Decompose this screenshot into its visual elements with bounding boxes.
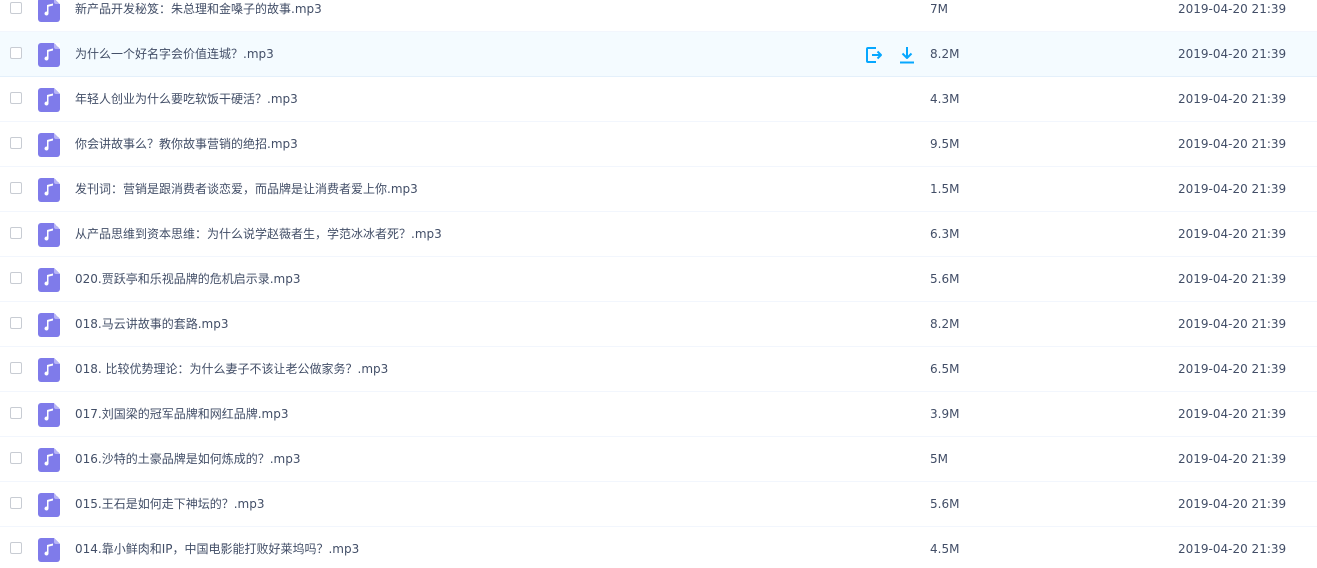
audio-file-icon	[38, 223, 60, 247]
file-row[interactable]: 为什么一个好名字会价值连城？.mp3 8.2M 2019-04-20 21:39	[0, 32, 1317, 77]
file-name[interactable]: 014.靠小鲜肉和IP，中国电影能打败好莱坞吗？.mp3	[75, 527, 359, 568]
row-checkbox[interactable]	[10, 2, 22, 14]
row-checkbox[interactable]	[10, 92, 22, 104]
file-name[interactable]: 020.贾跃亭和乐视品牌的危机启示录.mp3	[75, 257, 300, 301]
row-checkbox[interactable]	[10, 47, 22, 59]
audio-file-icon	[38, 0, 60, 22]
file-size: 5.6M	[930, 272, 960, 286]
row-checkbox[interactable]	[10, 317, 22, 329]
file-modified-date: 2019-04-20 21:39	[1178, 47, 1287, 61]
file-name[interactable]: 你会讲故事么？教你故事营销的绝招.mp3	[75, 122, 298, 166]
file-modified-date: 2019-04-20 21:39	[1178, 452, 1287, 466]
file-modified-date: 2019-04-20 21:39	[1178, 2, 1287, 16]
download-icon[interactable]	[897, 45, 917, 65]
file-list: 新产品开发秘笈：朱总理和金嗓子的故事.mp3 7M 2019-04-20 21:…	[0, 0, 1317, 568]
row-checkbox[interactable]	[10, 497, 22, 509]
row-checkbox[interactable]	[10, 137, 22, 149]
file-row[interactable]: 你会讲故事么？教你故事营销的绝招.mp3 9.5M 2019-04-20 21:…	[0, 122, 1317, 167]
file-row[interactable]: 年轻人创业为什么要吃软饭干硬活？.mp3 4.3M 2019-04-20 21:…	[0, 77, 1317, 122]
file-name[interactable]: 发刊词：营销是跟消费者谈恋爱，而品牌是让消费者爱上你.mp3	[75, 167, 418, 211]
audio-file-icon	[38, 403, 60, 427]
row-checkbox[interactable]	[10, 362, 22, 374]
file-name[interactable]: 新产品开发秘笈：朱总理和金嗓子的故事.mp3	[75, 0, 322, 31]
file-size: 8.2M	[930, 47, 960, 61]
file-modified-date: 2019-04-20 21:39	[1178, 497, 1287, 511]
share-icon[interactable]	[864, 45, 884, 65]
audio-file-icon	[38, 448, 60, 472]
row-checkbox[interactable]	[10, 542, 22, 554]
file-size: 4.5M	[930, 542, 960, 556]
file-row[interactable]: 017.刘国梁的冠军品牌和网红品牌.mp3 3.9M 2019-04-20 21…	[0, 392, 1317, 437]
file-row[interactable]: 016.沙特的土豪品牌是如何炼成的？.mp3 5M 2019-04-20 21:…	[0, 437, 1317, 482]
file-row[interactable]: 新产品开发秘笈：朱总理和金嗓子的故事.mp3 7M 2019-04-20 21:…	[0, 0, 1317, 32]
audio-file-icon	[38, 178, 60, 202]
audio-file-icon	[38, 43, 60, 67]
file-modified-date: 2019-04-20 21:39	[1178, 137, 1287, 151]
file-size: 3.9M	[930, 407, 960, 421]
row-checkbox[interactable]	[10, 272, 22, 284]
file-row[interactable]: 从产品思维到资本思维：为什么说学赵薇者生，学范冰冰者死？.mp3 6.3M 20…	[0, 212, 1317, 257]
file-modified-date: 2019-04-20 21:39	[1178, 407, 1287, 421]
file-row[interactable]: 发刊词：营销是跟消费者谈恋爱，而品牌是让消费者爱上你.mp3 1.5M 2019…	[0, 167, 1317, 212]
file-modified-date: 2019-04-20 21:39	[1178, 317, 1287, 331]
file-name[interactable]: 016.沙特的土豪品牌是如何炼成的？.mp3	[75, 437, 300, 481]
file-name[interactable]: 018.马云讲故事的套路.mp3	[75, 302, 228, 346]
file-size: 6.3M	[930, 227, 960, 241]
file-row[interactable]: 020.贾跃亭和乐视品牌的危机启示录.mp3 5.6M 2019-04-20 2…	[0, 257, 1317, 302]
row-checkbox[interactable]	[10, 227, 22, 239]
file-row[interactable]: 018. 比较优势理论：为什么妻子不该让老公做家务？.mp3 6.5M 2019…	[0, 347, 1317, 392]
file-modified-date: 2019-04-20 21:39	[1178, 227, 1287, 241]
audio-file-icon	[38, 133, 60, 157]
file-size: 5M	[930, 452, 948, 466]
file-modified-date: 2019-04-20 21:39	[1178, 362, 1287, 376]
row-checkbox[interactable]	[10, 407, 22, 419]
file-name[interactable]: 年轻人创业为什么要吃软饭干硬活？.mp3	[75, 77, 298, 121]
audio-file-icon	[38, 493, 60, 517]
audio-file-icon	[38, 538, 60, 562]
row-checkbox[interactable]	[10, 452, 22, 464]
file-name[interactable]: 015.王石是如何走下神坛的？.mp3	[75, 482, 264, 526]
file-name[interactable]: 为什么一个好名字会价值连城？.mp3	[75, 32, 274, 76]
file-size: 4.3M	[930, 92, 960, 106]
audio-file-icon	[38, 268, 60, 292]
file-name[interactable]: 018. 比较优势理论：为什么妻子不该让老公做家务？.mp3	[75, 347, 388, 391]
file-row[interactable]: 014.靠小鲜肉和IP，中国电影能打败好莱坞吗？.mp3 4.5M 2019-0…	[0, 527, 1317, 568]
file-modified-date: 2019-04-20 21:39	[1178, 542, 1287, 556]
file-row[interactable]: 018.马云讲故事的套路.mp3 8.2M 2019-04-20 21:39	[0, 302, 1317, 347]
file-size: 5.6M	[930, 497, 960, 511]
audio-file-icon	[38, 313, 60, 337]
file-size: 1.5M	[930, 182, 960, 196]
row-checkbox[interactable]	[10, 182, 22, 194]
file-name[interactable]: 017.刘国梁的冠军品牌和网红品牌.mp3	[75, 392, 288, 436]
file-size: 7M	[930, 2, 948, 16]
file-modified-date: 2019-04-20 21:39	[1178, 92, 1287, 106]
file-size: 8.2M	[930, 317, 960, 331]
audio-file-icon	[38, 358, 60, 382]
file-name[interactable]: 从产品思维到资本思维：为什么说学赵薇者生，学范冰冰者死？.mp3	[75, 212, 442, 256]
audio-file-icon	[38, 88, 60, 112]
file-size: 6.5M	[930, 362, 960, 376]
file-modified-date: 2019-04-20 21:39	[1178, 182, 1287, 196]
file-size: 9.5M	[930, 137, 960, 151]
file-row[interactable]: 015.王石是如何走下神坛的？.mp3 5.6M 2019-04-20 21:3…	[0, 482, 1317, 527]
file-modified-date: 2019-04-20 21:39	[1178, 272, 1287, 286]
